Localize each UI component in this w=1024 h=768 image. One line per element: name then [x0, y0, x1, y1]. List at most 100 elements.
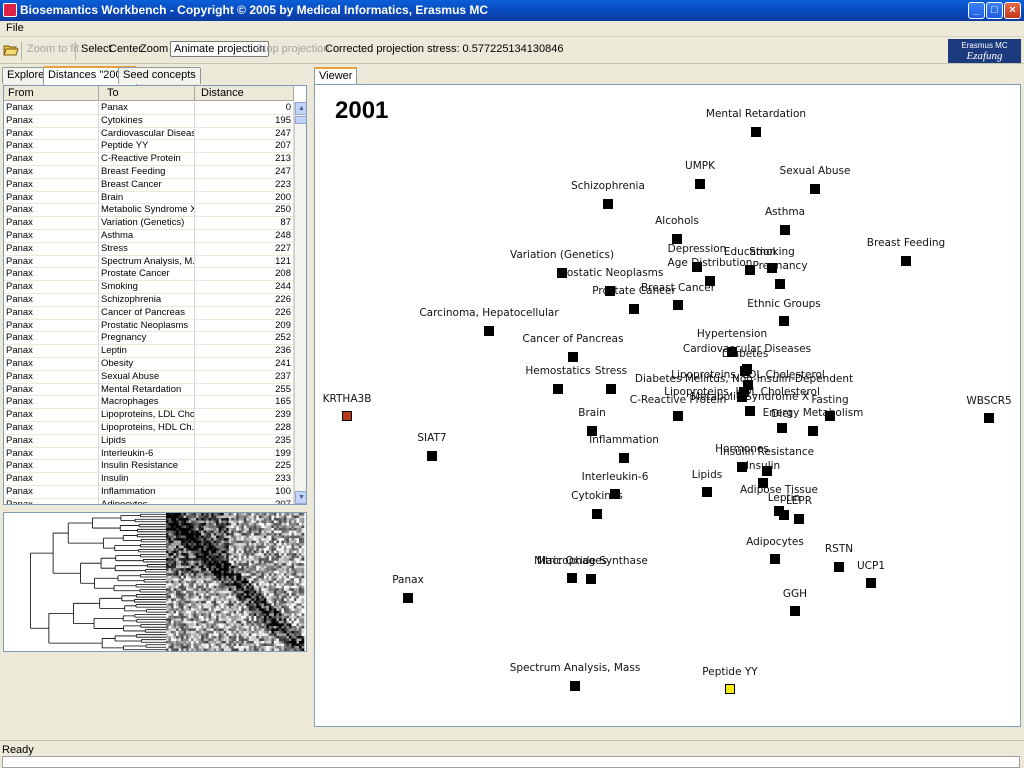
table-row[interactable]: Panax Lipoproteins, LDL Cho... 239: [4, 409, 294, 422]
column-header-to[interactable]: To: [99, 86, 195, 101]
table-row[interactable]: Panax Lipoproteins, HDL Ch... 228: [4, 421, 294, 435]
table-row[interactable]: Panax Mental Retardation 255: [4, 383, 294, 397]
app-icon[interactable]: [3, 3, 17, 17]
zoom-to-fit-button[interactable]: Zoom to fit: [27, 43, 79, 55]
table-row[interactable]: Panax Schizophrenia 226: [4, 293, 294, 307]
cell-to: Spectrum Analysis, M...: [101, 255, 195, 269]
cell-distance: 241: [195, 357, 294, 371]
table-row[interactable]: Panax Metabolic Syndrome X 250: [4, 204, 294, 218]
concept-node[interactable]: [586, 574, 596, 584]
open-folder-icon[interactable]: [3, 43, 19, 57]
concept-node[interactable]: [790, 606, 800, 616]
table-row[interactable]: Panax Breast Feeding 247: [4, 165, 294, 179]
concept-node[interactable]: [603, 199, 613, 209]
cell-from: Panax: [4, 396, 99, 410]
table-row[interactable]: Panax Inflammation 100: [4, 485, 294, 499]
concept-label: Alcohols: [655, 215, 699, 227]
concept-node[interactable]: [725, 684, 735, 694]
concept-node[interactable]: [770, 554, 780, 564]
table-row[interactable]: Panax Prostatic Neoplasms 209: [4, 319, 294, 333]
concept-node[interactable]: [745, 406, 755, 416]
table-row[interactable]: Panax Panax 0: [4, 102, 294, 115]
close-button[interactable]: ×: [1004, 2, 1021, 19]
animate-projection-button[interactable]: Animate projection: [170, 41, 270, 57]
concept-node[interactable]: [567, 573, 577, 583]
concept-node[interactable]: [779, 316, 789, 326]
maximize-button[interactable]: □: [986, 2, 1003, 19]
concept-node[interactable]: [695, 179, 705, 189]
table-scrollbar[interactable]: ▲ ▼: [294, 102, 306, 504]
table-row[interactable]: Panax C-Reactive Protein 213: [4, 153, 294, 166]
column-header-from[interactable]: From: [4, 86, 99, 101]
table-row[interactable]: Panax Macrophages 165: [4, 396, 294, 410]
cell-to: Interleukin-6: [99, 447, 195, 461]
table-row[interactable]: Panax Pregnancy 252: [4, 332, 294, 346]
concept-node[interactable]: [427, 451, 437, 461]
concept-node[interactable]: [619, 453, 629, 463]
scroll-thumb[interactable]: [295, 116, 306, 124]
scroll-down-icon[interactable]: ▼: [295, 491, 306, 504]
column-header-distance[interactable]: Distance: [195, 86, 294, 101]
concept-label: Fasting: [811, 394, 849, 406]
concept-label: Depression: [667, 243, 727, 255]
cell-to: Sexual Abuse: [99, 370, 195, 384]
center-button[interactable]: Center: [109, 43, 142, 55]
table-row[interactable]: Panax Brain 200: [4, 191, 294, 205]
table-row[interactable]: Panax Cytokines 195: [4, 114, 294, 128]
table-row[interactable]: Panax Peptide YY 207: [4, 140, 294, 154]
concept-node[interactable]: [779, 510, 789, 520]
table-row[interactable]: Panax Sexual Abuse 237: [4, 370, 294, 384]
concept-node[interactable]: [484, 326, 494, 336]
cell-from: Panax: [4, 345, 99, 358]
table-row[interactable]: Panax Insulin 233: [4, 473, 294, 486]
table-row[interactable]: Panax Obesity 241: [4, 357, 294, 371]
table-row[interactable]: Panax Spectrum Analysis, M... 121: [4, 255, 294, 269]
minimize-button[interactable]: _: [968, 2, 985, 19]
table-row[interactable]: Panax Smoking 244: [4, 281, 294, 294]
scroll-up-icon[interactable]: ▲: [295, 102, 306, 115]
concept-node[interactable]: [629, 304, 639, 314]
tab-seed-concepts[interactable]: Seed concepts: [118, 67, 201, 84]
concept-node[interactable]: [673, 300, 683, 310]
table-row[interactable]: Panax Asthma 248: [4, 229, 294, 243]
concept-node[interactable]: [342, 411, 352, 421]
cell-from: Panax: [4, 332, 99, 346]
concept-node[interactable]: [775, 279, 785, 289]
table-row[interactable]: Panax Breast Cancer 223: [4, 178, 294, 192]
concept-node[interactable]: [794, 514, 804, 524]
table-row[interactable]: Panax Adipocytes 207: [4, 498, 294, 504]
concept-node[interactable]: [673, 411, 683, 421]
tab-viewer[interactable]: Viewer: [314, 67, 358, 84]
concept-node[interactable]: [568, 352, 578, 362]
concept-node[interactable]: [751, 127, 761, 137]
concept-node[interactable]: [834, 562, 844, 572]
concept-node[interactable]: [810, 184, 820, 194]
concept-node[interactable]: [780, 225, 790, 235]
zoom-button[interactable]: Zoom: [140, 43, 168, 55]
concept-node[interactable]: [984, 413, 994, 423]
table-row[interactable]: Panax Variation (Genetics) 87: [4, 217, 294, 230]
concept-node[interactable]: [808, 426, 818, 436]
table-row[interactable]: Panax Insulin Resistance 225: [4, 460, 294, 474]
concept-node[interactable]: [403, 593, 413, 603]
table-row[interactable]: Panax Prostate Cancer 208: [4, 268, 294, 282]
menu-file[interactable]: File: [6, 22, 24, 34]
table-row[interactable]: Panax Interleukin-6 199: [4, 447, 294, 461]
concept-node[interactable]: [702, 487, 712, 497]
concept-label: Interleukin-6: [581, 471, 649, 483]
concept-node[interactable]: [553, 384, 563, 394]
concept-node[interactable]: [777, 423, 787, 433]
concept-node[interactable]: [606, 384, 616, 394]
table-row[interactable]: Panax Leptin 236: [4, 345, 294, 358]
concept-node[interactable]: [592, 509, 602, 519]
stop-projection-button[interactable]: Stop projection: [256, 43, 329, 55]
table-row[interactable]: PanaxCardiovascular Diseases247: [4, 127, 294, 141]
concept-node[interactable]: [570, 681, 580, 691]
concept-node[interactable]: [901, 256, 911, 266]
table-row[interactable]: Panax Lipids 235: [4, 434, 294, 448]
table-row[interactable]: Panax Stress 227: [4, 242, 294, 256]
concept-node[interactable]: [866, 578, 876, 588]
table-row[interactable]: Panax Cancer of Pancreas 226: [4, 306, 294, 320]
projection-viewer[interactable]: 2001 Mental Retardation UMPK Sexual Abuse S…: [314, 84, 1021, 727]
select-button[interactable]: Select: [81, 43, 112, 55]
